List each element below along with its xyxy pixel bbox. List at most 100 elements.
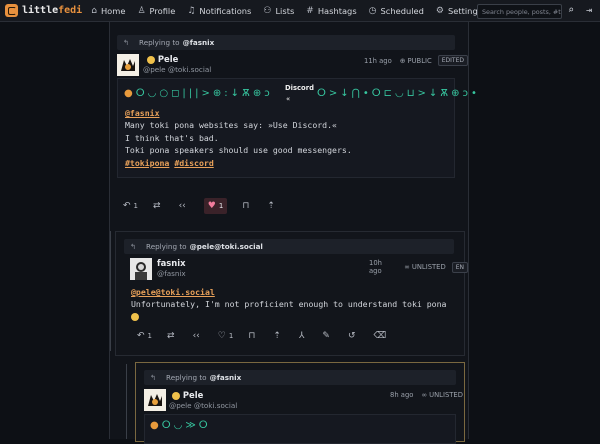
avatar[interactable] bbox=[144, 389, 166, 411]
reply-indicator[interactable]: ↰ Replying to @fasnix bbox=[144, 370, 456, 385]
sitelen-pona-row: ●ⵔ◡≫ⵔ bbox=[150, 420, 211, 431]
post-meta: 10h ago ∞ UNLISTED EN bbox=[369, 259, 468, 275]
like-button[interactable]: ♥ 1 bbox=[203, 198, 228, 214]
nav-notifications[interactable]: ♫ Notifications bbox=[187, 6, 251, 16]
post-meta: 8h ago ∞ UNLISTED bbox=[390, 391, 463, 399]
post-time[interactable]: 11h ago bbox=[364, 57, 392, 65]
timeline-column: ↰ Replying to @fasnix Pele @pele @toki.so… bbox=[109, 22, 477, 444]
nav-scheduled[interactable]: ◷ Scheduled bbox=[369, 6, 424, 16]
quote-icon: ‹‹ bbox=[178, 201, 186, 211]
post-time[interactable]: 8h ago bbox=[390, 391, 413, 399]
redraft-button[interactable]: ↺ bbox=[348, 328, 359, 344]
gear-icon: ⚙ bbox=[435, 5, 444, 16]
post-meta: 11h ago ⊕ PUBLIC EDITED bbox=[364, 55, 469, 66]
app-logo[interactable]: littlefedi bbox=[5, 4, 82, 17]
hash-icon: # bbox=[306, 5, 314, 16]
glyph-label: Discord bbox=[285, 84, 314, 92]
delete-button[interactable]: ⌫ bbox=[373, 328, 389, 344]
author-handle[interactable]: @pele @toki.social bbox=[143, 65, 211, 74]
mention-link[interactable]: @fasnix bbox=[125, 108, 160, 118]
thread-line bbox=[110, 231, 111, 351]
hashtag-link[interactable]: #discord bbox=[174, 158, 213, 168]
emoji-icon bbox=[147, 55, 155, 64]
post-line: Toki pona speakers should use good messe… bbox=[125, 145, 352, 156]
post-line: Many toki pona websites say: »Use Discor… bbox=[125, 120, 337, 131]
share-button[interactable]: ⇡ bbox=[267, 198, 278, 214]
home-icon: ⌂ bbox=[91, 5, 97, 16]
thread-line bbox=[126, 364, 127, 439]
edit-button[interactable]: ✎ bbox=[322, 328, 333, 344]
boost-button[interactable]: ⇄ bbox=[167, 328, 178, 344]
glyph-sub: « bbox=[286, 95, 291, 103]
visibility-label: PUBLIC bbox=[407, 56, 432, 65]
author-name[interactable]: Pele bbox=[147, 54, 178, 64]
repeat-icon: ⇄ bbox=[167, 331, 175, 341]
reply-arrow-icon: ↰ bbox=[123, 38, 130, 47]
author-handle[interactable]: @pele @toki.social bbox=[169, 401, 237, 410]
reply-icon: ↶ bbox=[137, 331, 145, 341]
post-time[interactable]: 10h ago bbox=[369, 259, 396, 275]
share-icon: ⇡ bbox=[267, 201, 275, 211]
visibility-label: UNLISTED bbox=[411, 263, 446, 271]
nav-hashtags[interactable]: # Hashtags bbox=[306, 6, 356, 16]
post-line: Unfortunately, I'm not proficient enough… bbox=[131, 299, 447, 310]
reply-icon: ↶ bbox=[123, 201, 131, 211]
nav-settings[interactable]: ⚙ Settings bbox=[436, 6, 482, 16]
avatar[interactable] bbox=[130, 258, 152, 280]
translate-icon: ⅄ bbox=[298, 331, 305, 341]
visibility-label: UNLISTED bbox=[429, 391, 463, 399]
sitelen-pona-row: ●ⵔ◡○◻|||>⊕:↓Ѫ⊕ↄ bbox=[124, 88, 273, 99]
users-icon: ⚇ bbox=[263, 5, 272, 16]
clock-icon: ◷ bbox=[368, 5, 377, 16]
edited-badge[interactable]: EDITED bbox=[437, 55, 469, 66]
search-icon[interactable]: ⌕ bbox=[568, 5, 574, 16]
post-body: @pele@toki.social Unfortunately, I'm not… bbox=[131, 286, 451, 323]
nav-home[interactable]: ⌂ Home bbox=[91, 6, 125, 16]
unlisted-icon: ∞ bbox=[404, 263, 410, 271]
post-line: I think that's bad. bbox=[125, 132, 219, 143]
heart-outline-icon: ♡ bbox=[217, 331, 226, 341]
search-input[interactable]: Search people, posts, #tags bbox=[477, 4, 562, 19]
reply-indicator[interactable]: ↰ Replying to @fasnix bbox=[117, 35, 455, 50]
globe-icon: ⊕ bbox=[399, 56, 406, 65]
quote-icon: ‹‹ bbox=[192, 331, 200, 341]
language-badge[interactable]: EN bbox=[451, 261, 468, 273]
heart-icon: ♥ bbox=[207, 201, 216, 211]
author-name[interactable]: Pele bbox=[172, 390, 203, 400]
avatar[interactable] bbox=[117, 54, 139, 76]
like-button[interactable]: ♡ 1 bbox=[218, 328, 234, 344]
undo-icon: ↺ bbox=[347, 331, 356, 341]
author-name[interactable]: fasnix bbox=[157, 258, 186, 268]
translate-button[interactable]: ⅄ bbox=[299, 328, 308, 344]
quote-button[interactable]: ‹‹ bbox=[179, 198, 189, 214]
emoji-icon bbox=[131, 313, 139, 322]
reply-indicator[interactable]: ↰ Replying to @pele@toki.social bbox=[124, 239, 454, 254]
reply-button[interactable]: ↶ 1 bbox=[137, 328, 152, 344]
author-handle[interactable]: @fasnix bbox=[157, 269, 186, 278]
share-button[interactable]: ⇡ bbox=[273, 328, 284, 344]
trash-icon: ⌫ bbox=[373, 331, 387, 341]
top-bar: littlefedi ⌂ Home ♙ Profile ♫ Notifications… bbox=[0, 0, 600, 22]
bookmark-button[interactable]: ⊓ bbox=[248, 328, 258, 344]
reply-arrow-icon: ↰ bbox=[130, 242, 137, 251]
post-actions: ↶ 1 ⇄ ‹‹ ♡ 1 ⊓ ⇡ ⅄ ✎ ↺ ⌫ bbox=[137, 328, 404, 344]
post-body: @fasnix Many toki pona websites say: »Us… bbox=[125, 107, 445, 169]
mention-link[interactable]: @pele@toki.social bbox=[131, 287, 215, 297]
nav-lists[interactable]: ⚇ Lists bbox=[263, 6, 294, 16]
nav-profile[interactable]: ♙ Profile bbox=[137, 6, 175, 16]
app-name: littlefedi bbox=[22, 5, 83, 16]
reply-button[interactable]: ↶ 1 bbox=[123, 198, 138, 214]
unlisted-icon: ∞ bbox=[421, 391, 428, 399]
post-actions: ↶ 1 ⇄ ‹‹ ♥ 1 ⊓ ⇡ bbox=[123, 198, 293, 214]
boost-button[interactable]: ⇄ bbox=[153, 198, 164, 214]
emoji-icon bbox=[172, 391, 180, 400]
bookmark-icon: ⊓ bbox=[248, 331, 256, 341]
quote-button[interactable]: ‹‹ bbox=[193, 328, 203, 344]
hashtag-link[interactable]: #tokipona bbox=[125, 158, 169, 168]
bookmark-button[interactable]: ⊓ bbox=[242, 198, 252, 214]
repeat-icon: ⇄ bbox=[153, 201, 161, 211]
user-icon: ♙ bbox=[137, 5, 146, 16]
logout-icon[interactable]: ⇥ bbox=[586, 5, 592, 16]
reply-arrow-icon: ↰ bbox=[150, 373, 157, 382]
pencil-icon: ✎ bbox=[322, 331, 330, 341]
